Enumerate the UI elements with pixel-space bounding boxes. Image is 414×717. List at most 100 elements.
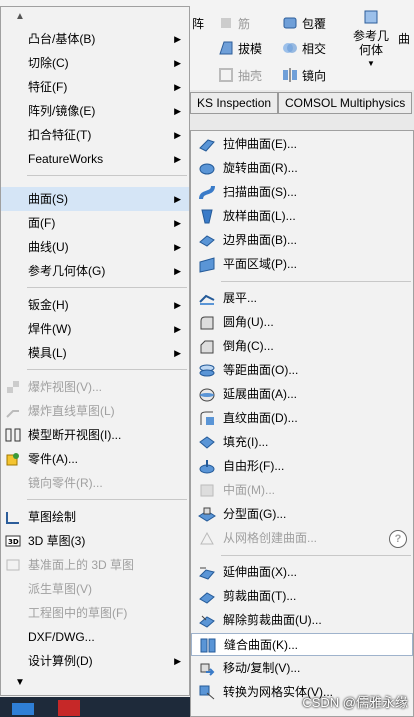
menu-item-label: 模型断开视图(I)... [28, 428, 122, 442]
menu-item-boss-base[interactable]: 凸台/基体(B) ▶ [1, 27, 189, 51]
menu-item-pattern-mirror[interactable]: 阵列/镜像(E) ▶ [1, 99, 189, 123]
menu-item-3d-sketch-on-plane[interactable]: 基准面上的 3D 草图 [1, 553, 189, 577]
menu-divider [27, 499, 187, 500]
shell-label: 抽壳 [238, 68, 263, 83]
rib-icon [221, 18, 231, 28]
solidworks-taskbar-icon[interactable] [58, 700, 80, 716]
submenu-arrow-icon: ▶ [174, 242, 181, 252]
draft-button[interactable]: 拔模 [218, 37, 262, 59]
menu-item-mirror-part[interactable]: 镜向零件(R)... [1, 471, 189, 495]
taskbar [0, 697, 190, 717]
mirror-button[interactable]: 镜向 [282, 64, 326, 86]
menu-item-cut[interactable]: 切除(C) ▶ [1, 51, 189, 75]
array-button[interactable]: 阵 [192, 12, 204, 34]
menu-item-extend-surface[interactable]: 延伸曲面(X)... [191, 561, 413, 584]
menu-item-fillet[interactable]: 圆角(U)... [191, 311, 413, 334]
untrim-surface-icon [199, 615, 215, 628]
submenu-arrow-icon: ▶ [174, 300, 181, 310]
draft-icon [219, 41, 233, 55]
menu-item-surface-from-mesh[interactable]: 从网格创建曲面... ? [191, 527, 413, 550]
menu-item-label: 扫描曲面(S)... [223, 185, 297, 199]
intersect-label: 相交 [302, 41, 327, 56]
svg-text:3D: 3D [8, 538, 19, 546]
reference-geometry-button[interactable]: 参考几何体 ▼ [346, 8, 396, 71]
tab-comsol[interactable]: COMSOL Multiphysics [278, 92, 413, 114]
menu-item-label: 派生草图(V) [28, 582, 92, 596]
menu-item-offset-surface[interactable]: 等距曲面(O)... [191, 359, 413, 382]
menu-item-dxf-dwg[interactable]: DXF/DWG... [1, 625, 189, 649]
intersect-button[interactable]: 相交 [282, 37, 326, 59]
menu-item-mid-surface[interactable]: 中面(M)... [191, 479, 413, 502]
menu-item-knit-surface[interactable]: 缝合曲面(K)... [191, 633, 413, 656]
menu-item-sheet-metal[interactable]: 钣金(H) ▶ [1, 293, 189, 317]
taskbar-app-icon[interactable] [12, 703, 34, 715]
menu-item-label: 设计算例(D) [28, 654, 93, 668]
menu-item-label: 3D 草图(3) [28, 534, 86, 548]
menu-item-derived-sketch[interactable]: 派生草图(V) [1, 577, 189, 601]
surface-from-mesh-icon [200, 531, 214, 545]
menu-item-curve[interactable]: 曲线(U) ▶ [1, 235, 189, 259]
menu-item-features[interactable]: 特征(F) ▶ [1, 75, 189, 99]
menu-item-fill[interactable]: 填充(I)... [191, 431, 413, 454]
menu-item-explode-line-sketch[interactable]: 爆炸直线草图(L) [1, 399, 189, 423]
menu-item-label: 移动/复制(V)... [223, 661, 301, 675]
menu-item-exploded-view[interactable]: 爆炸视图(V)... [1, 375, 189, 399]
menu-item-face[interactable]: 面(F) ▶ [1, 211, 189, 235]
menu-item-3d-sketch[interactable]: 3D 3D 草图(3) [1, 529, 189, 553]
menu-item-reference-geometry[interactable]: 参考几何体(G) ▶ [1, 259, 189, 283]
scroll-up-icon[interactable]: ▲ [15, 11, 25, 22]
mid-surface-icon [200, 484, 214, 497]
menu-item-extruded-surface[interactable]: 拉伸曲面(E)... [191, 133, 413, 156]
menu-item-weldments[interactable]: 焊件(W) ▶ [1, 317, 189, 341]
curves-button[interactable]: 曲 [398, 30, 410, 47]
menu-item-ruled-surface[interactable]: 直纹曲面(D)... [191, 407, 413, 430]
menu-item-trim-surface[interactable]: 剪裁曲面(T)... [191, 585, 413, 608]
menu-item-label: 工程图中的草图(F) [28, 606, 128, 620]
menu-item-label: 直纹曲面(D)... [223, 411, 298, 425]
menu-item-revolved-surface[interactable]: 旋转曲面(R)... [191, 157, 413, 180]
wrap-icon [283, 17, 297, 29]
menu-item-parting-surface[interactable]: 分型面(G)... [191, 503, 413, 526]
menu-item-part[interactable]: 零件(A)... [1, 447, 189, 471]
fill-surface-icon [199, 436, 215, 449]
menu-item-swept-surface[interactable]: 扫描曲面(S)... [191, 181, 413, 204]
scroll-down-icon[interactable]: ▼ [15, 677, 25, 688]
rib-button[interactable]: 筋 [218, 12, 250, 34]
menu-item-sketch-from-drawing[interactable]: 工程图中的草图(F) [1, 601, 189, 625]
menu-item-label: 从网格创建曲面... [223, 531, 318, 545]
menu-item-untrim-surface[interactable]: 解除剪裁曲面(U)... [191, 609, 413, 632]
menu-item-flatten[interactable]: 展平... [191, 287, 413, 310]
menu-item-freeform[interactable]: 自由形(F)... [191, 455, 413, 478]
revolved-surface-icon [199, 163, 215, 175]
menu-item-fastening[interactable]: 扣合特征(T) ▶ [1, 123, 189, 147]
help-icon[interactable]: ? [389, 530, 407, 548]
menu-item-label: 扣合特征(T) [28, 128, 92, 142]
sketch-icon [6, 512, 19, 524]
menu-item-label: 爆炸视图(V)... [28, 380, 102, 394]
menu-item-molds[interactable]: 模具(L) ▶ [1, 341, 189, 365]
wrap-button[interactable]: 包覆 [282, 12, 326, 34]
extend-surface-icon [199, 567, 215, 580]
menu-item-featureworks[interactable]: FeatureWorks ▶ [1, 147, 189, 171]
submenu-arrow-icon: ▶ [174, 106, 181, 116]
menu-item-label: 剪裁曲面(T)... [223, 589, 297, 603]
intersect-icon [283, 43, 297, 53]
draft-label: 拔模 [238, 41, 263, 56]
reference-geometry-icon [364, 10, 378, 24]
menu-item-planar-surface[interactable]: 平面区域(P)... [191, 253, 413, 276]
tab-ks-inspection[interactable]: KS Inspection [190, 92, 279, 114]
menu-item-label: 缝合曲面(K)... [224, 638, 298, 652]
menu-item-ruled-surface-extend[interactable]: 延展曲面(A)... [191, 383, 413, 406]
menu-item-sketch[interactable]: 草图绘制 [1, 505, 189, 529]
shell-button[interactable]: 抽壳 [218, 64, 262, 86]
menu-item-surface[interactable]: 曲面(S) ▶ [1, 187, 189, 211]
menu-item-label: 自由形(F)... [223, 459, 285, 473]
mirror-icon [283, 68, 297, 82]
menu-item-lofted-surface[interactable]: 放样曲面(L)... [191, 205, 413, 228]
menu-item-move-copy[interactable]: 移动/复制(V)... [191, 657, 413, 680]
menu-divider [27, 369, 187, 370]
menu-item-design-study[interactable]: 设计算例(D) ▶ [1, 649, 189, 673]
menu-item-boundary-surface[interactable]: 边界曲面(B)... [191, 229, 413, 252]
menu-item-chamfer[interactable]: 倒角(C)... [191, 335, 413, 358]
menu-item-model-break-view[interactable]: 模型断开视图(I)... [1, 423, 189, 447]
